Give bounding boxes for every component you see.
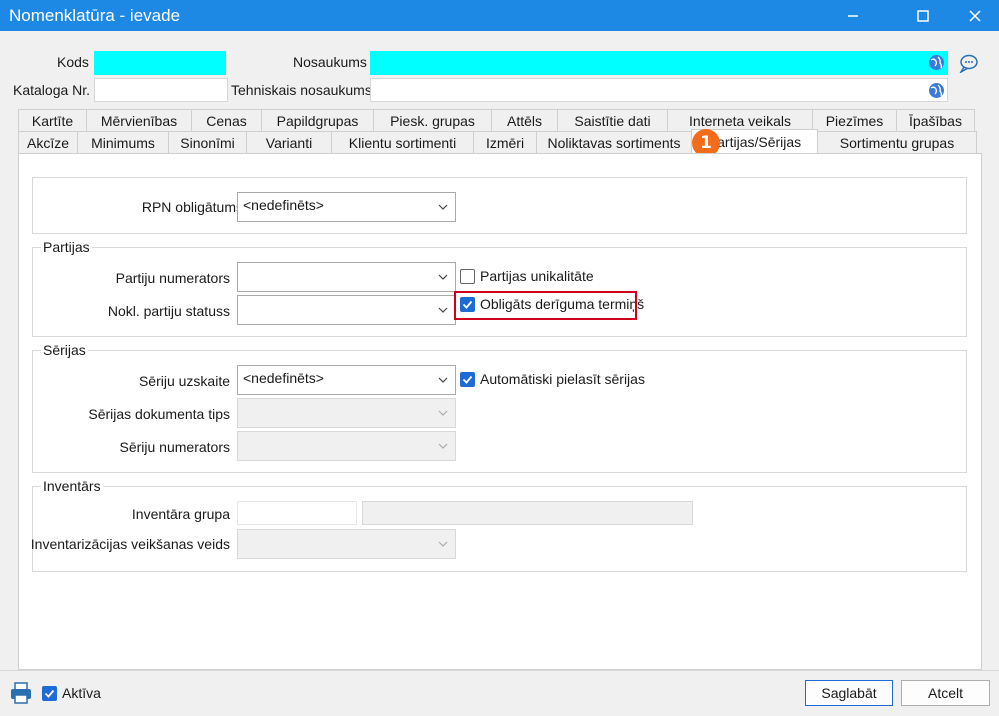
printer-icon[interactable] bbox=[9, 681, 33, 705]
tab-row-1: Kartīte Mērvienības Cenas Papildgrupas P… bbox=[18, 109, 975, 131]
save-button[interactable]: Saglabāt bbox=[805, 680, 893, 706]
tab-attels[interactable]: Attēls bbox=[491, 109, 558, 131]
maximize-icon bbox=[917, 9, 929, 22]
inventars-group: Inventārs Inventāra grupa Inventarizācij… bbox=[30, 478, 967, 572]
tab-piezimes[interactable]: Piezīmes bbox=[812, 109, 897, 131]
header-area: Kods Nosaukums Kataloga Nr. Tehniskais n… bbox=[0, 31, 999, 104]
partijas-group: Partijas Partiju numerators Nokl. partij… bbox=[32, 239, 967, 337]
tab-kartite[interactable]: Kartīte bbox=[18, 109, 87, 131]
inventara-grupa-label: Inventāra grupa bbox=[131, 506, 230, 522]
tab-saistitie-dati[interactable]: Saistītie dati bbox=[557, 109, 668, 131]
seriju-uzskaite-label: Sēriju uzskaite bbox=[138, 373, 230, 389]
check-icon bbox=[462, 375, 473, 384]
tab-interneta-veikals[interactable]: Interneta veikals bbox=[667, 109, 813, 131]
checkbox-box[interactable] bbox=[460, 371, 475, 387]
kods-label: Kods bbox=[57, 54, 89, 70]
serijas-dok-tips-select[interactable] bbox=[237, 398, 456, 428]
automatiski-pielasit-label: Automātiski pielasīt sērijas bbox=[480, 371, 645, 387]
minimize-button[interactable] bbox=[830, 0, 876, 31]
tehniskais-field[interactable] bbox=[370, 78, 948, 102]
nosaukums-label: Nosaukums bbox=[293, 54, 367, 70]
tab-izmeri[interactable]: Izmēri bbox=[473, 131, 537, 153]
chevron-down-icon bbox=[438, 307, 448, 313]
minimize-icon bbox=[848, 14, 858, 17]
tab-ipasibas[interactable]: Īpašības bbox=[896, 109, 975, 131]
tab-piesk-grupas[interactable]: Piesk. grupas bbox=[373, 109, 492, 131]
chevron-down-icon bbox=[438, 377, 448, 383]
nosaukums-field[interactable] bbox=[370, 51, 948, 75]
tab-row-2: Akcīze Minimums Sinonīmi Varianti Klient… bbox=[18, 129, 977, 153]
tab-cenas[interactable]: Cenas bbox=[191, 109, 262, 131]
chevron-down-icon bbox=[438, 274, 448, 280]
rpn-select[interactable]: <nedefinēts> bbox=[237, 192, 456, 222]
serijas-title: Sērijas bbox=[41, 342, 88, 358]
window-title: Nomenklatūra - ievade bbox=[9, 6, 181, 25]
close-button[interactable] bbox=[952, 0, 998, 31]
cancel-button[interactable]: Atcelt bbox=[901, 680, 990, 706]
kataloga-label: Kataloga Nr. bbox=[13, 82, 91, 98]
comment-icon[interactable] bbox=[958, 53, 980, 73]
tab-sortimentu-grupas[interactable]: Sortimentu grupas bbox=[817, 131, 977, 153]
inventars-title: Inventārs bbox=[41, 478, 103, 494]
chevron-down-icon bbox=[438, 443, 448, 449]
close-icon bbox=[969, 9, 981, 22]
partiju-numerators-label: Partiju numerators bbox=[115, 270, 230, 286]
inventarizacijas-veids-label: Inventarizācijas veikšanas veids bbox=[30, 536, 230, 552]
partiju-statuss-select[interactable] bbox=[237, 295, 456, 325]
chevron-down-icon bbox=[438, 410, 448, 416]
footer-bar: Aktīva Saglabāt Atcelt bbox=[0, 670, 999, 716]
partijas-unikalitate-label: Partijas unikalitāte bbox=[480, 268, 594, 284]
globe-icon[interactable] bbox=[928, 54, 945, 71]
rpn-label: RPN obligātums bbox=[141, 199, 243, 215]
tab-noliktavas-sortiments[interactable]: Noliktavas sortiments bbox=[536, 131, 692, 153]
kods-field[interactable] bbox=[94, 51, 226, 75]
checkbox-box[interactable] bbox=[460, 268, 475, 284]
serijas-dok-tips-label: Sērijas dokumenta tips bbox=[88, 406, 230, 422]
rpn-group: RPN obligātums <nedefinēts> bbox=[32, 177, 967, 234]
aktiva-label: Aktīva bbox=[62, 685, 101, 701]
inventara-grupa-name bbox=[362, 501, 693, 525]
tab-sinonimi[interactable]: Sinonīmi bbox=[168, 131, 247, 153]
title-bar: Nomenklatūra - ievade bbox=[0, 0, 999, 31]
tab-content: RPN obligātums <nedefinēts> Partijas Par… bbox=[18, 153, 982, 670]
tab-minimums[interactable]: Minimums bbox=[77, 131, 169, 153]
rpn-value: <nedefinēts> bbox=[243, 197, 324, 213]
chevron-down-icon bbox=[438, 204, 448, 210]
tehniskais-label: Tehniskais nosaukums bbox=[231, 82, 372, 98]
partijas-title: Partijas bbox=[41, 239, 92, 255]
maximize-button[interactable] bbox=[900, 0, 946, 31]
seriju-numerators-select[interactable] bbox=[237, 431, 456, 461]
highlight-frame bbox=[454, 291, 637, 320]
chevron-down-icon bbox=[438, 541, 448, 547]
tab-varianti[interactable]: Varianti bbox=[246, 131, 332, 153]
automatiski-pielasit-checkbox[interactable]: Automātiski pielasīt sērijas bbox=[460, 371, 645, 387]
globe-icon[interactable] bbox=[928, 82, 945, 99]
inventarizacijas-veids-select[interactable] bbox=[237, 529, 456, 559]
seriju-numerators-label: Sēriju numerators bbox=[119, 439, 231, 455]
partiju-numerators-select[interactable] bbox=[237, 262, 456, 292]
partijas-unikalitate-checkbox[interactable]: Partijas unikalitāte bbox=[460, 268, 594, 284]
seriju-uzskaite-select[interactable]: <nedefinēts> bbox=[237, 365, 456, 395]
check-icon bbox=[44, 689, 55, 698]
tab-akcize[interactable]: Akcīze bbox=[18, 131, 78, 153]
checkbox-box[interactable] bbox=[42, 685, 57, 701]
partiju-statuss-label: Nokl. partiju statuss bbox=[107, 303, 230, 319]
tab-papildgrupas[interactable]: Papildgrupas bbox=[261, 109, 374, 131]
seriju-uzskaite-value: <nedefinēts> bbox=[243, 370, 324, 386]
tab-klientu-sortimenti[interactable]: Klientu sortimenti bbox=[331, 131, 474, 153]
tab-mervienibas[interactable]: Mērvienības bbox=[86, 109, 192, 131]
kataloga-field[interactable] bbox=[94, 78, 228, 102]
inventara-grupa-field[interactable] bbox=[237, 501, 357, 525]
aktiva-checkbox[interactable]: Aktīva bbox=[42, 685, 101, 701]
serijas-group: Sērijas Sēriju uzskaite <nedefinēts> Aut… bbox=[32, 342, 967, 473]
